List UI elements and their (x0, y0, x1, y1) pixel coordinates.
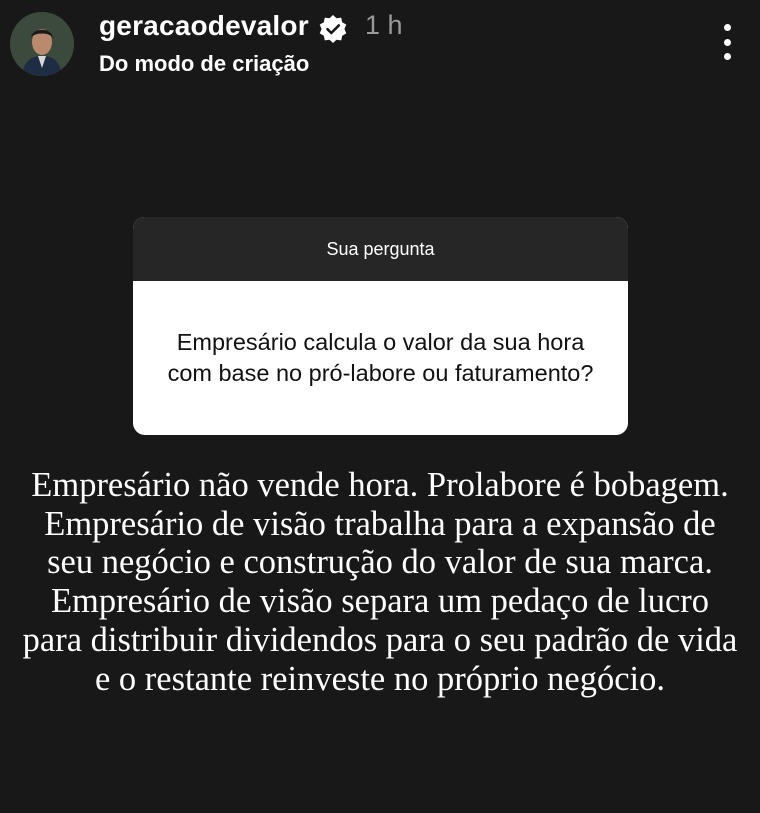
answer-text: Empresário não vende hora. Prolabore é b… (22, 466, 738, 698)
more-vertical-icon-dot (723, 38, 731, 46)
story-header: geracaodevalor 1 h Do modo de criação (0, 0, 760, 90)
more-options-button[interactable] (712, 20, 742, 64)
more-vertical-icon-dot (723, 53, 731, 60)
profile-photo (10, 12, 74, 76)
question-sticker-title: Sua pergunta (133, 217, 628, 281)
username[interactable]: geracaodevalor (99, 10, 309, 42)
verified-badge-icon (319, 15, 347, 43)
creation-mode-label: Do modo de criação (99, 51, 310, 76)
more-vertical-icon (723, 24, 731, 31)
question-sticker[interactable]: Sua pergunta Empresário calcula o valor … (133, 217, 628, 435)
post-timestamp: 1 h (365, 10, 403, 40)
question-text: Empresário calcula o valor da sua hora c… (167, 329, 594, 386)
avatar[interactable] (10, 12, 74, 76)
